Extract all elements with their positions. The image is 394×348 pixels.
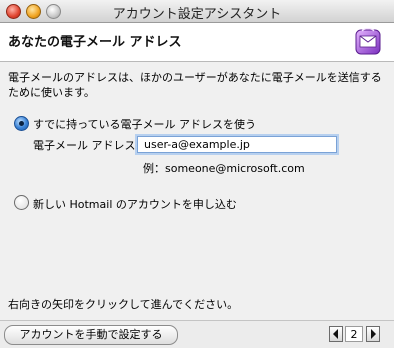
forward-arrow-icon xyxy=(371,329,376,339)
assistant-header: あなたの電子メール アドレス xyxy=(0,23,394,62)
intro-text: 電子メールのアドレスは、ほかのユーザーがあなたに電子メールを送信するために使いま… xyxy=(8,71,382,99)
forward-button[interactable] xyxy=(366,326,380,342)
assistant-content: 電子メールのアドレスは、ほかのユーザーがあなたに電子メールを送信するために使いま… xyxy=(0,62,394,320)
new-hotmail-radio[interactable] xyxy=(14,195,29,210)
navigation-instruction: 右向きの矢印をクリックして進んでください。 xyxy=(8,298,239,311)
window-titlebar: アカウント設定アシスタント xyxy=(0,0,394,23)
window-title: アカウント設定アシスタント xyxy=(112,7,282,22)
page-number: 2 xyxy=(345,326,363,342)
email-address-label: 電子メール アドレス xyxy=(33,139,136,152)
assistant-footer: アカウントを手動で設定する 2 xyxy=(0,320,394,348)
email-example-text: 例：someone@microsoft.com xyxy=(143,162,305,175)
manual-setup-button[interactable]: アカウントを手動で設定する xyxy=(4,325,178,345)
use-existing-address-radio[interactable] xyxy=(14,116,29,131)
new-hotmail-label: 新しい Hotmail のアカウントを申し込む xyxy=(33,198,237,211)
back-arrow-icon xyxy=(333,329,338,339)
email-address-field[interactable]: user-a@example.jp xyxy=(137,136,337,153)
use-existing-address-label: すでに持っている電子メール アドレスを使う xyxy=(33,118,257,131)
entourage-icon xyxy=(355,28,381,55)
page-title: あなたの電子メール アドレス xyxy=(8,35,182,50)
back-button[interactable] xyxy=(329,326,343,342)
